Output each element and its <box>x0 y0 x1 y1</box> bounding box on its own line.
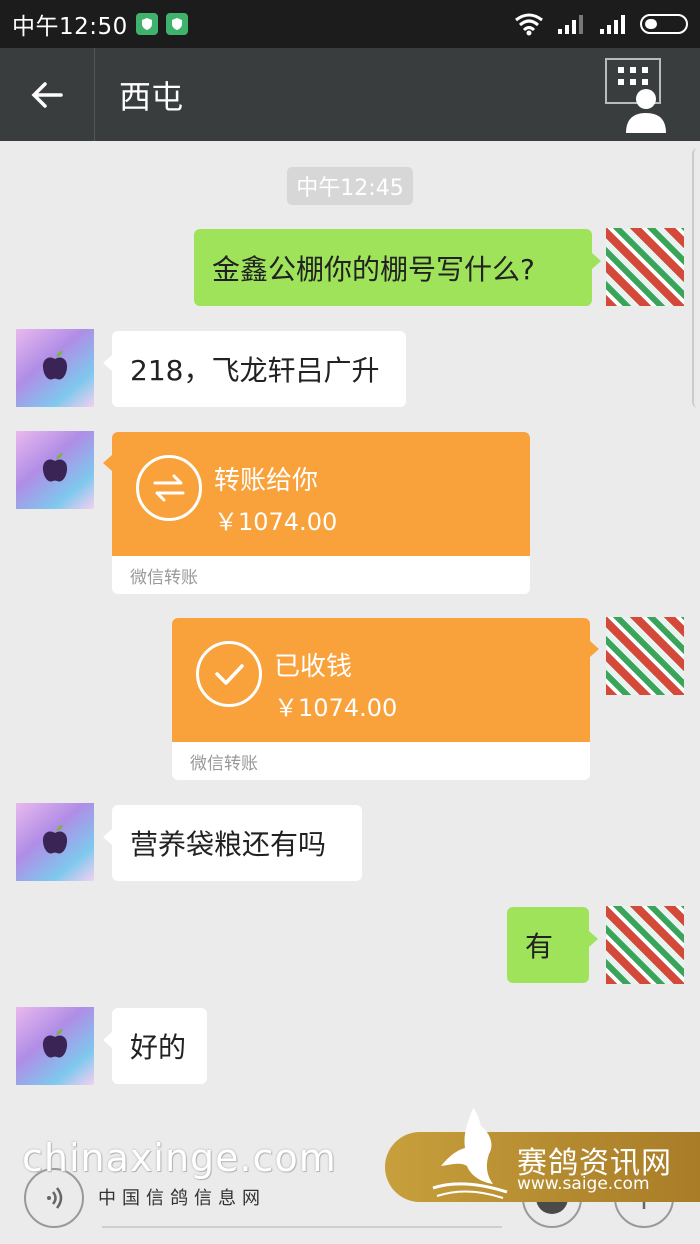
contact-avatar[interactable] <box>16 1007 94 1085</box>
logo-url: www.saige.com <box>517 1174 650 1194</box>
back-arrow-icon <box>31 81 63 108</box>
transfer-title: 转账给你 <box>214 466 319 496</box>
message-input[interactable] <box>102 1226 502 1228</box>
transfer-card-header: 已收钱 ￥1074.00 <box>172 618 590 742</box>
watermark-site-name: 中国信鸽信息网 <box>98 1188 266 1209</box>
message-text: 好的 <box>130 1031 187 1064</box>
transfer-arrows-icon <box>136 455 202 521</box>
battery-icon <box>640 14 688 34</box>
transfer-footer: 微信转账 <box>190 754 258 774</box>
chat-info-button[interactable] <box>598 48 676 141</box>
contact-avatar[interactable] <box>16 329 94 407</box>
contact-avatar[interactable] <box>16 431 94 509</box>
saige-logo: 赛鸽资讯网 www.saige.com <box>385 1108 700 1202</box>
security-shield-icon <box>135 13 158 35</box>
message-bubble-received[interactable]: 218，飞龙轩吕广升 <box>103 331 406 407</box>
apple-logo-icon <box>42 351 68 380</box>
pigeon-logo-icon <box>432 1108 508 1199</box>
security-shield-icon <box>165 13 188 35</box>
transfer-amount: ￥1074.00 <box>214 508 338 536</box>
apple-logo-icon <box>42 825 68 854</box>
wifi-icon <box>515 13 543 36</box>
message-text: 218，飞龙轩吕广升 <box>130 354 380 387</box>
message-bubble-sent[interactable]: 金鑫公棚你的棚号写什么? <box>194 229 601 306</box>
message-bubble-sent[interactable]: 有 <box>507 907 598 983</box>
message-text: 金鑫公棚你的棚号写什么? <box>212 252 535 286</box>
apple-logo-icon <box>42 1029 68 1058</box>
chat-header: 西屯 <box>0 48 700 141</box>
message-text: 有 <box>525 930 554 963</box>
checkmark-icon <box>196 641 262 707</box>
back-button[interactable] <box>0 48 95 141</box>
bubble-tail <box>590 641 599 657</box>
signal-icon <box>558 15 583 34</box>
transfer-card-header: 转账给你 ￥1074.00 <box>112 432 530 556</box>
bubble-tail <box>103 455 112 471</box>
message-bubble-received[interactable]: 好的 <box>103 1008 207 1084</box>
signal-icon <box>600 15 625 34</box>
apple-logo-icon <box>42 453 68 482</box>
message-bubble-received[interactable]: 营养袋粮还有吗 <box>103 805 362 881</box>
transfer-footer: 微信转账 <box>130 568 198 588</box>
watermark-domain: chinaxinge.com <box>22 1136 337 1180</box>
my-avatar[interactable] <box>606 906 684 984</box>
scroll-indicator <box>692 148 700 408</box>
site-watermark: chinaxinge.com 中国信鸽信息网 <box>22 1136 337 1210</box>
contact-avatar[interactable] <box>16 803 94 881</box>
transfer-amount: ￥1074.00 <box>274 694 398 722</box>
contact-profile-icon <box>605 57 666 133</box>
status-time: 中午12:50 <box>12 14 128 40</box>
transfer-card-sent[interactable]: 已收钱 ￥1074.00 微信转账 <box>172 618 590 780</box>
transfer-title: 已收钱 <box>274 652 353 682</box>
chat-title: 西屯 <box>119 77 184 116</box>
status-bar: 中午12:50 <box>0 0 700 48</box>
transfer-card-received[interactable]: 转账给你 ￥1074.00 微信转账 <box>112 432 530 594</box>
my-avatar[interactable] <box>606 228 684 306</box>
my-avatar[interactable] <box>606 617 684 695</box>
message-text: 营养袋粮还有吗 <box>130 828 327 861</box>
message-timestamp: 中午12:45 <box>287 167 413 205</box>
